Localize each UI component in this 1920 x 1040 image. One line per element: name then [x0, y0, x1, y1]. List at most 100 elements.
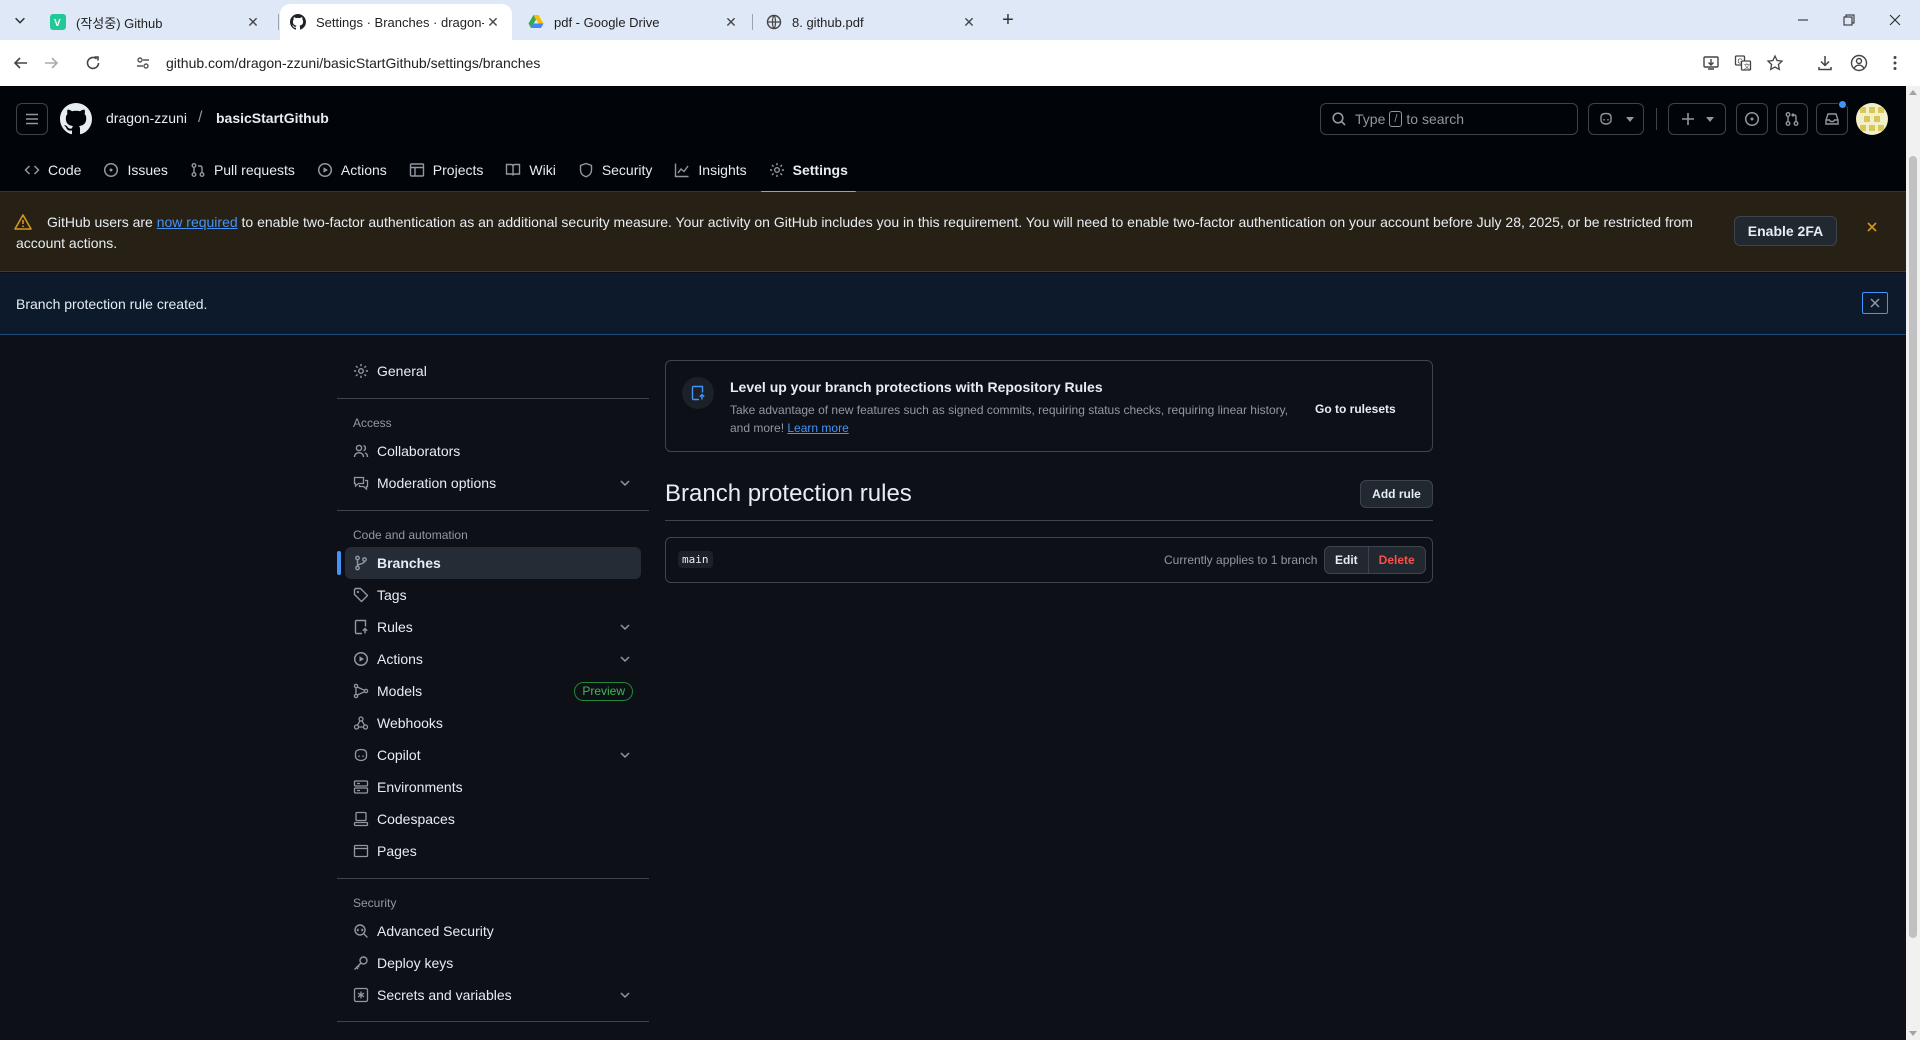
tab-insights[interactable]: Insights — [666, 148, 754, 192]
tab-separator — [278, 14, 279, 30]
tab-issues[interactable]: Issues — [95, 148, 175, 192]
velog-icon: V — [50, 14, 66, 30]
browser-tab[interactable]: 8. github.pdf ✕ — [756, 4, 988, 40]
edit-rule-button[interactable]: Edit — [1325, 547, 1369, 573]
sidebar-item-deploy-keys[interactable]: Deploy keys — [345, 947, 641, 979]
restore-button[interactable] — [1826, 0, 1872, 40]
tab-code[interactable]: Code — [16, 148, 89, 192]
sidebar-item-label: Pages — [377, 843, 417, 859]
tab-pull-requests[interactable]: Pull requests — [182, 148, 303, 192]
scrollbar-thumb[interactable] — [1909, 156, 1917, 938]
bookmark-star-icon[interactable] — [1762, 50, 1788, 76]
translate-icon[interactable]: G文 — [1730, 50, 1756, 76]
sidebar-item-label: Deploy keys — [377, 955, 454, 971]
back-button[interactable] — [8, 50, 34, 76]
tab-settings[interactable]: Settings — [760, 148, 857, 193]
sidebar-item-pages[interactable]: Pages — [345, 835, 641, 867]
sidebar-item-label: Actions — [377, 651, 423, 667]
new-tab-button[interactable]: + — [996, 8, 1020, 32]
close-icon[interactable] — [1866, 221, 1878, 233]
sidebar-item-general[interactable]: General — [345, 355, 641, 387]
site-info-icon[interactable] — [132, 52, 154, 74]
tab-label: Issues — [127, 162, 168, 178]
scroll-up-arrow[interactable] — [1909, 90, 1917, 95]
webhook-icon — [353, 716, 369, 730]
minimize-button[interactable] — [1780, 0, 1826, 40]
tab-actions[interactable]: Actions — [309, 148, 395, 192]
browser-tab[interactable]: pdf - Google Drive ✕ — [518, 4, 750, 40]
browser-tab-active[interactable]: Settings · Branches · dragon-zz ✕ — [280, 4, 512, 40]
tab-search-button[interactable] — [8, 8, 32, 32]
sidebar-item-actions[interactable]: Actions — [345, 643, 641, 675]
sidebar-item-label: Webhooks — [377, 715, 443, 731]
tab-security[interactable]: Security — [570, 148, 661, 192]
browser-menu-icon[interactable] — [1882, 50, 1908, 76]
sidebar-item-label: Moderation options — [377, 475, 497, 491]
sidebar-item-secrets-variables[interactable]: Secrets and variables — [345, 979, 641, 1011]
restore-icon — [1843, 14, 1855, 26]
your-issues-button[interactable] — [1736, 103, 1768, 135]
rule-branch-pattern: main — [678, 551, 713, 568]
close-window-button[interactable] — [1872, 0, 1918, 40]
sidebar-item-collaborators[interactable]: Collaborators — [345, 435, 641, 467]
sidebar-item-environments[interactable]: Environments — [345, 771, 641, 803]
pull-request-icon — [1785, 112, 1799, 126]
dismiss-flash-button[interactable] — [1862, 292, 1888, 314]
tab-title: (작성중) Github — [76, 15, 163, 31]
sidebar-item-moderation-options[interactable]: Moderation options — [345, 467, 641, 499]
sidebar-item-models[interactable]: Models Preview — [345, 675, 641, 707]
delete-rule-button[interactable]: Delete — [1369, 547, 1425, 573]
learn-more-link[interactable]: Learn more — [787, 421, 848, 435]
close-tab-icon[interactable]: ✕ — [244, 13, 262, 31]
sidebar-item-webhooks[interactable]: Webhooks — [345, 707, 641, 739]
add-rule-button[interactable]: Add rule — [1360, 480, 1433, 508]
close-tab-icon[interactable]: ✕ — [960, 13, 978, 31]
global-nav-menu-button[interactable] — [16, 103, 48, 135]
globe-icon — [766, 14, 782, 30]
browser-tab[interactable]: V (작성중) Github ✕ — [40, 4, 272, 40]
close-tab-icon[interactable]: ✕ — [722, 13, 740, 31]
address-bar[interactable]: github.com/dragon-zzuni/basicStartGithub… — [122, 46, 1762, 80]
tab-title: Settings · Branches · dragon-zz — [316, 14, 484, 30]
page-scrollbar[interactable] — [1906, 86, 1920, 1040]
sidebar-item-tags[interactable]: Tags — [345, 579, 641, 611]
go-to-rulesets-link[interactable]: Go to rulesets — [1315, 402, 1396, 416]
tab-wiki[interactable]: Wiki — [497, 148, 563, 192]
search-input[interactable]: Type / to search — [1320, 103, 1578, 135]
sidebar-item-codespaces[interactable]: Codespaces — [345, 803, 641, 835]
install-app-icon[interactable] — [1698, 50, 1724, 76]
title-divider — [665, 520, 1433, 521]
now-required-link[interactable]: now required — [157, 214, 238, 230]
close-tab-icon[interactable]: ✕ — [484, 13, 502, 31]
tab-label: Projects — [432, 162, 484, 178]
sidebar-heading-access: Access — [353, 416, 392, 430]
copilot-icon — [354, 748, 368, 762]
enable-2fa-button[interactable]: Enable 2FA — [1734, 216, 1837, 246]
sidebar-item-copilot[interactable]: Copilot — [345, 739, 641, 771]
forward-button[interactable] — [38, 50, 64, 76]
copilot-button[interactable] — [1588, 103, 1644, 135]
breadcrumb-owner-link[interactable]: dragon-zzuni — [106, 110, 187, 126]
sidebar-item-rules[interactable]: Rules — [345, 611, 641, 643]
promo-title: Level up your branch protections with Re… — [730, 379, 1103, 395]
rule-actions: Edit Delete — [1324, 546, 1426, 574]
sidebar-item-advanced-security[interactable]: Advanced Security — [345, 915, 641, 947]
arrow-right-icon — [45, 57, 59, 69]
chevron-down-icon — [15, 17, 25, 24]
downloads-icon[interactable] — [1812, 50, 1838, 76]
user-avatar[interactable] — [1856, 103, 1888, 135]
sidebar-item-branches[interactable]: Branches — [337, 547, 641, 579]
reload-button[interactable] — [80, 50, 106, 76]
sidebar-item-label: Collaborators — [377, 443, 461, 459]
breadcrumb-repo-link[interactable]: basicStartGithub — [216, 110, 329, 126]
git-branch-icon — [355, 555, 367, 571]
github-logo-icon[interactable] — [60, 103, 92, 135]
create-new-button[interactable] — [1668, 103, 1726, 135]
scroll-down-arrow[interactable] — [1909, 1031, 1917, 1036]
rule-applies-text: Currently applies to 1 branch — [1164, 553, 1318, 567]
comment-discussion-icon — [353, 476, 369, 491]
people-icon — [353, 444, 369, 458]
profile-icon[interactable] — [1846, 50, 1872, 76]
your-pull-requests-button[interactable] — [1776, 103, 1808, 135]
tab-projects[interactable]: Projects — [401, 148, 492, 192]
